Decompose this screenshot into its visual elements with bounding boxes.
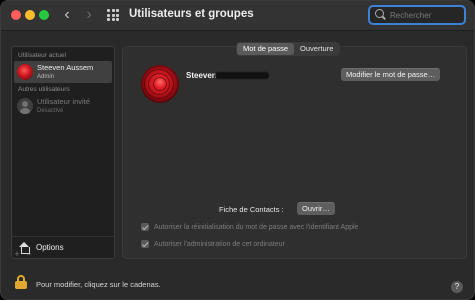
sidebar-toolbar: + − — [11, 249, 115, 259]
other-users-section-label: Autres utilisateurs — [18, 86, 70, 93]
current-user-role: Admin — [37, 73, 55, 80]
sidebar-item-current-user[interactable]: Steeven Aussem Admin — [14, 61, 112, 83]
add-user-button[interactable]: + — [11, 249, 23, 259]
search-icon — [374, 8, 387, 22]
open-contacts-button[interactable]: Ouvrir… — [297, 202, 335, 215]
allow-admin-checkbox[interactable]: Autoriser l'administration de cet ordina… — [141, 240, 285, 248]
back-button[interactable]: ‹ — [59, 6, 75, 24]
tab-password[interactable]: Mot de passe — [237, 43, 295, 55]
remove-user-button[interactable]: − — [23, 249, 35, 259]
lock-hint-text: Pour modifier, cliquez sur le cadenas. — [36, 280, 161, 289]
users-sidebar: Utilisateur actuel Steeven Aussem Admin … — [11, 46, 115, 259]
close-button[interactable] — [11, 10, 21, 20]
user-picture[interactable] — [141, 65, 179, 103]
title-bar: ‹ › Utilisateurs et groupes — [1, 1, 474, 31]
window: ‹ › Utilisateurs et groupes Utilisateur … — [0, 0, 475, 300]
user-avatar — [17, 64, 33, 80]
zoom-button[interactable] — [39, 10, 49, 20]
checkbox-label: Autoriser la réinitialisation du mot de … — [154, 223, 359, 231]
tab-bar: Mot de passe Ouverture — [236, 42, 341, 56]
sidebar-item-guest-user[interactable]: Utilisateur invité Désactivé — [14, 95, 112, 117]
change-password-button[interactable]: Modifier le mot de passe… — [341, 68, 441, 81]
minimize-button[interactable] — [25, 10, 35, 20]
window-title: Utilisateurs et groupes — [129, 8, 254, 20]
checkbox-checked-icon — [141, 240, 149, 248]
guest-avatar-icon — [17, 98, 33, 114]
current-user-section-label: Utilisateur actuel — [18, 52, 67, 59]
search-input[interactable] — [390, 10, 464, 20]
checkbox-label: Autoriser l'administration de cet ordina… — [154, 240, 285, 248]
allow-apple-id-reset-checkbox[interactable]: Autoriser la réinitialisation du mot de … — [141, 223, 358, 231]
help-button[interactable]: ? — [451, 281, 463, 293]
guest-user-status: Désactivé — [37, 107, 64, 114]
show-all-grid-icon[interactable] — [107, 9, 119, 21]
user-full-name: Steeven — [186, 71, 217, 80]
guest-user-name: Utilisateur invité — [37, 97, 90, 107]
lock-icon[interactable] — [15, 275, 27, 289]
tab-login-items[interactable]: Ouverture — [294, 43, 339, 55]
current-user-name: Steeven Aussem — [37, 63, 94, 73]
checkbox-checked-icon — [141, 223, 149, 231]
forward-button[interactable]: › — [81, 6, 97, 24]
contacts-card-label: Fiche de Contacts : — [219, 205, 284, 214]
redaction-bar — [215, 72, 269, 79]
search-field[interactable] — [368, 5, 466, 25]
user-detail-panel: Mot de passe Ouverture Steeven Modifier … — [122, 42, 467, 259]
